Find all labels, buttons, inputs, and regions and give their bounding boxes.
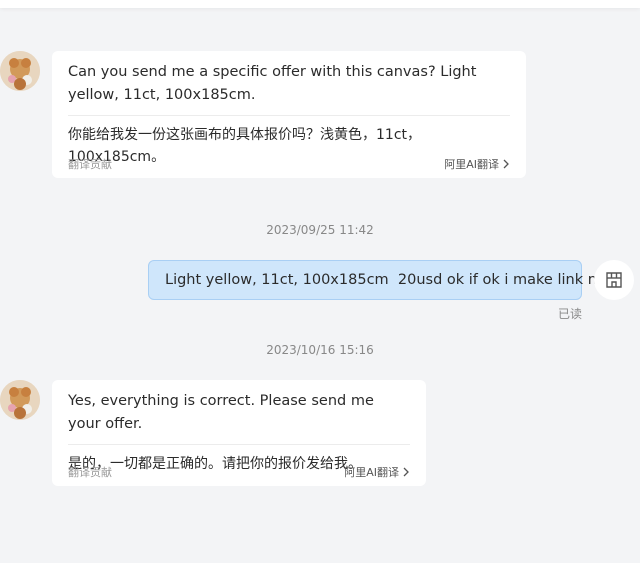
message-timestamp: 2023/09/25 11:42 bbox=[266, 223, 374, 237]
chevron-right-icon bbox=[403, 467, 409, 477]
message-text: Can you send me a specific offer with th… bbox=[68, 64, 477, 103]
incoming-message-bubble: Yes, everything is correct. Please send … bbox=[52, 380, 426, 486]
contact-avatar[interactable] bbox=[0, 51, 40, 91]
header-bar bbox=[0, 0, 640, 8]
outgoing-message-text: Light yellow, 11ct, 100x185cm 20usd ok i… bbox=[165, 272, 618, 288]
contact-avatar[interactable] bbox=[0, 380, 40, 420]
read-status: 已读 bbox=[558, 307, 583, 321]
bubble-footer: 翻译贡献 阿里AI翻译 bbox=[68, 156, 510, 172]
translation-divider bbox=[68, 115, 510, 116]
translation-contribute-link[interactable]: 翻译贡献 bbox=[68, 156, 112, 172]
ai-translate-button[interactable]: 阿里AI翻译 bbox=[344, 464, 410, 480]
outgoing-message-bubble: Light yellow, 11ct, 100x185cm 20usd ok i… bbox=[148, 260, 618, 300]
shop-logo-icon bbox=[606, 272, 622, 288]
my-avatar[interactable] bbox=[594, 260, 634, 300]
ai-translate-label: 阿里AI翻译 bbox=[444, 158, 499, 171]
ai-translate-button[interactable]: 阿里AI翻译 bbox=[444, 156, 510, 172]
translation-contribute-link[interactable]: 翻译贡献 bbox=[68, 464, 112, 480]
bubble-footer: 翻译贡献 阿里AI翻译 bbox=[68, 464, 410, 480]
message-timestamp: 2023/10/16 15:16 bbox=[266, 343, 374, 357]
message-text: Yes, everything is correct. Please send … bbox=[68, 393, 374, 432]
incoming-message-bubble: Can you send me a specific offer with th… bbox=[52, 51, 526, 178]
ai-translate-label: 阿里AI翻译 bbox=[344, 466, 399, 479]
chevron-right-icon bbox=[503, 159, 509, 169]
translation-divider bbox=[68, 444, 410, 445]
